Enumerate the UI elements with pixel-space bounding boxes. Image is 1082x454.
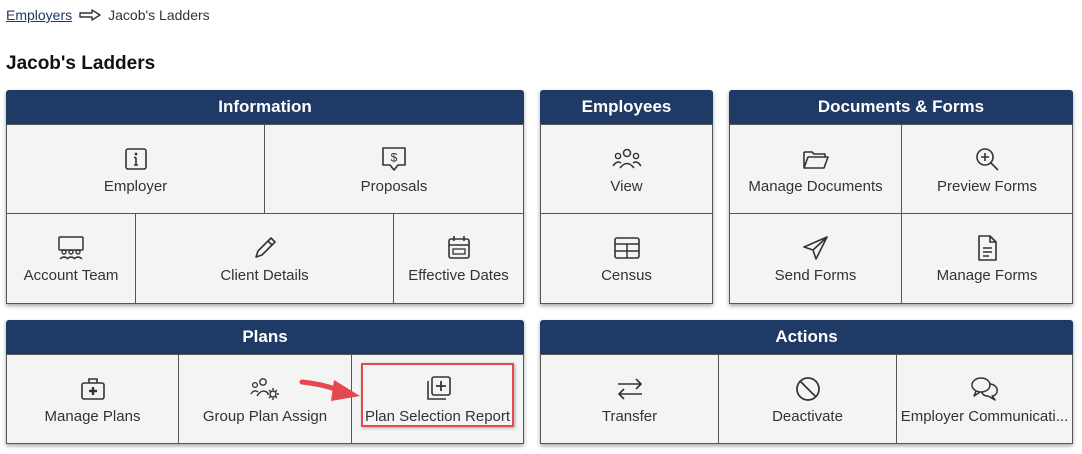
preview-forms-label: Preview Forms <box>936 177 1037 195</box>
account-team-tile[interactable]: Account Team <box>6 213 136 304</box>
proposals-tile[interactable]: $ Proposals <box>264 124 524 214</box>
pointer-arrow-icon <box>299 379 360 401</box>
effective-dates-tile[interactable]: Effective Dates <box>393 213 524 304</box>
group-plan-assign-label: Group Plan Assign <box>202 407 328 425</box>
manage-plans-tile[interactable]: Manage Plans <box>6 354 179 444</box>
plans-header: Plans <box>6 320 524 354</box>
paper-plane-icon <box>801 233 831 263</box>
client-details-label: Client Details <box>220 267 309 284</box>
transfer-label: Transfer <box>601 407 658 425</box>
svg-text:$: $ <box>391 150 398 164</box>
view-label: View <box>610 177 643 195</box>
manage-forms-label: Manage Forms <box>936 267 1038 284</box>
ban-icon <box>793 374 823 404</box>
documents-panel: Documents & Forms Manage Documents Previ… <box>729 90 1073 304</box>
employees-header: Employees <box>540 90 713 124</box>
preview-forms-tile[interactable]: Preview Forms <box>901 124 1073 214</box>
send-forms-tile[interactable]: Send Forms <box>729 213 902 304</box>
plans-panel: Plans Manage Plans Group Plan Assign Pla… <box>6 320 524 444</box>
information-panel: Information Employer $ Proposals Account… <box>6 90 524 304</box>
deactivate-label: Deactivate <box>772 407 843 425</box>
pencil-icon <box>250 233 280 263</box>
team-board-icon <box>56 233 86 263</box>
view-employees-tile[interactable]: View <box>540 124 713 214</box>
plan-selection-report-tile[interactable]: Plan Selection Report <box>351 354 524 444</box>
stacked-plus-icon <box>423 374 453 404</box>
client-details-tile[interactable]: Client Details <box>135 213 394 304</box>
arrow-right-icon <box>79 9 101 21</box>
page-title: Jacob's Ladders <box>6 53 156 74</box>
send-forms-label: Send Forms <box>774 267 857 284</box>
speech-dollar-icon: $ <box>379 144 409 174</box>
info-icon <box>121 144 151 174</box>
folder-open-icon <box>801 144 831 174</box>
table-icon <box>612 233 642 263</box>
deactivate-tile[interactable]: Deactivate <box>718 354 897 444</box>
information-header: Information <box>6 90 524 124</box>
proposals-label: Proposals <box>360 177 428 195</box>
actions-header: Actions <box>540 320 1073 354</box>
breadcrumb: Employers Jacob's Ladders <box>6 7 210 23</box>
actions-panel: Actions Transfer Deactivate Employer Com… <box>540 320 1073 444</box>
medical-kit-icon <box>78 374 108 404</box>
breadcrumb-link-employers[interactable]: Employers <box>6 7 72 23</box>
effective-dates-label: Effective Dates <box>408 267 509 284</box>
plan-selection-report-label: Plan Selection Report <box>364 407 511 425</box>
census-tile[interactable]: Census <box>540 213 713 304</box>
breadcrumb-current: Jacob's Ladders <box>108 7 210 23</box>
zoom-in-icon <box>972 144 1002 174</box>
users-gear-icon <box>250 374 280 404</box>
chat-bubbles-icon <box>970 374 1000 404</box>
transfer-tile[interactable]: Transfer <box>540 354 719 444</box>
employer-tile[interactable]: Employer <box>6 124 265 214</box>
employer-label: Employer <box>103 177 168 195</box>
calendar-icon <box>444 233 474 263</box>
documents-header: Documents & Forms <box>729 90 1073 124</box>
employer-communications-label: Employer Communicati... <box>900 407 1069 425</box>
manage-plans-label: Manage Plans <box>44 407 141 425</box>
document-icon <box>972 233 1002 263</box>
employees-panel: Employees View Census <box>540 90 713 304</box>
manage-documents-tile[interactable]: Manage Documents <box>729 124 902 214</box>
users-icon <box>611 144 642 174</box>
account-team-label: Account Team <box>23 267 119 284</box>
transfer-arrows-icon <box>615 374 645 404</box>
employer-communications-tile[interactable]: Employer Communicati... <box>896 354 1073 444</box>
census-label: Census <box>601 267 652 284</box>
manage-documents-label: Manage Documents <box>748 177 883 195</box>
manage-forms-tile[interactable]: Manage Forms <box>901 213 1073 304</box>
